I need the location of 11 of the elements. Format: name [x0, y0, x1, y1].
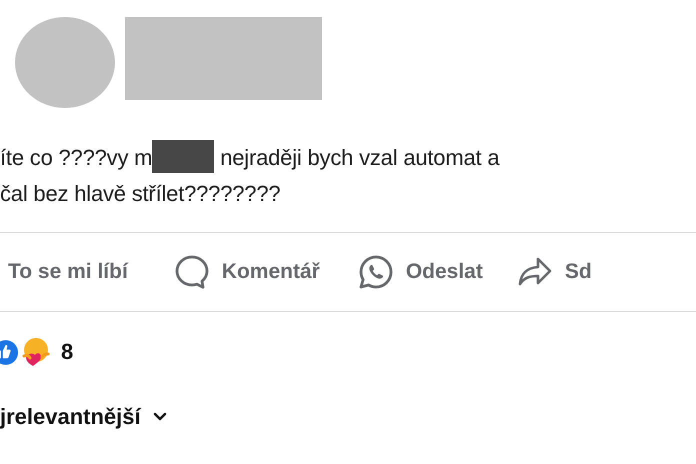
action-button[interactable]: Komentář — [174, 254, 320, 290]
chevron-down-icon — [152, 412, 167, 422]
reaction-count: 8 — [61, 339, 74, 365]
action-button[interactable]: Odeslat — [358, 254, 483, 290]
action-button[interactable]: Sd — [516, 254, 592, 290]
action-button[interactable]: To se mi líbí — [8, 260, 128, 284]
speech-bubble-icon — [174, 254, 210, 290]
phone-bubble-icon — [358, 254, 394, 290]
hugging-face-icon — [21, 337, 51, 367]
sort-dropdown[interactable]: jrelevantnější — [0, 404, 167, 430]
post-text: íte co ????vy m nejraději bych vzal automat a čal bez hlavě střílet???????? — [0, 140, 696, 212]
